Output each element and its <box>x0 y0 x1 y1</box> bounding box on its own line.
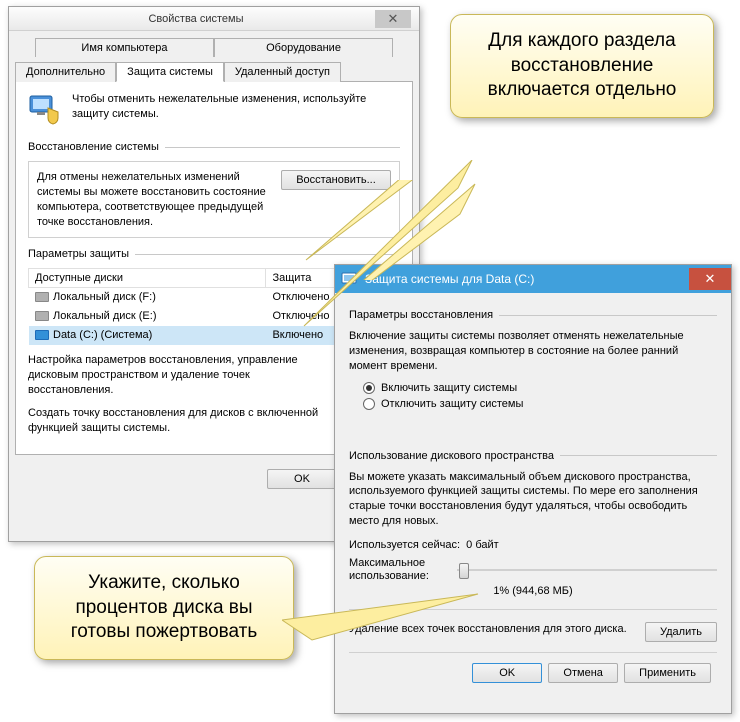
tabs-row1: Имя компьютера Оборудование <box>9 31 419 56</box>
tab-computer-name[interactable]: Имя компьютера <box>35 38 214 57</box>
section-usage-title: Использование дискового пространства <box>349 450 554 462</box>
callout-bottom-tail <box>282 590 482 650</box>
drive-icon <box>35 292 49 302</box>
cancel-button[interactable]: Отмена <box>548 663 618 683</box>
usage-desc: Вы можете указать максимальный объем дис… <box>349 470 717 529</box>
radio-disable-row[interactable]: Отключить защиту системы <box>363 398 717 410</box>
drive-icon <box>35 311 49 321</box>
drive-name: Локальный диск (F:) <box>53 291 156 303</box>
col-header-disk[interactable]: Доступные диски <box>29 269 266 288</box>
info-text: Чтобы отменить нежелательные изменения, … <box>72 92 400 129</box>
callout-text: Для каждого раздела восстановление включ… <box>488 30 677 100</box>
callout-text: Укажите, сколько процентов диска вы гото… <box>71 572 258 642</box>
radio-enable-row[interactable]: Включить защиту системы <box>363 382 717 394</box>
shield-monitor-icon <box>28 92 62 129</box>
titlebar[interactable]: Свойства системы ✕ <box>9 7 419 31</box>
tab-remote[interactable]: Удаленный доступ <box>224 62 341 82</box>
used-label: Используется сейчас: <box>349 539 460 551</box>
radio-enable-label: Включить защиту системы <box>381 382 517 394</box>
radio-disable-label: Отключить защиту системы <box>381 398 523 410</box>
drive-name: Data (C:) (Система) <box>53 329 152 341</box>
restore-desc: Включение защиты системы позволяет отмен… <box>349 329 717 374</box>
close-icon[interactable]: ✕ <box>689 268 731 290</box>
callout-top-tail <box>300 160 480 330</box>
tab-system-protection[interactable]: Защита системы <box>116 62 224 82</box>
drive-icon <box>35 330 49 340</box>
section-params-title: Параметры защиты <box>28 248 129 260</box>
apply-button[interactable]: Применить <box>624 663 711 683</box>
close-icon[interactable]: ✕ <box>375 10 411 28</box>
create-text: Создать точку восстановления для дисков … <box>28 406 341 436</box>
tab-hardware[interactable]: Оборудование <box>214 38 393 57</box>
max-label: Максимальное использование: <box>349 557 449 583</box>
max-usage-slider[interactable] <box>457 561 717 579</box>
delete-button[interactable]: Удалить <box>645 622 717 642</box>
tab-advanced[interactable]: Дополнительно <box>15 62 116 82</box>
ok-button[interactable]: OK <box>472 663 542 683</box>
section-restore-title: Восстановление системы <box>28 141 159 153</box>
used-value: 0 байт <box>466 539 499 551</box>
tabs-row2: Дополнительно Защита системы Удаленный д… <box>9 55 419 81</box>
callout-top: Для каждого раздела восстановление включ… <box>450 14 714 118</box>
window-title: Свойства системы <box>17 13 375 25</box>
ok-button[interactable]: OK <box>267 469 337 489</box>
callout-bottom: Укажите, сколько процентов диска вы гото… <box>34 556 294 660</box>
drive-name: Локальный диск (E:) <box>53 310 157 322</box>
radio-disable[interactable] <box>363 398 375 410</box>
configure-text: Настройка параметров восстановления, упр… <box>28 353 329 398</box>
restore-description: Для отмены нежелательных изменений систе… <box>37 170 271 229</box>
radio-enable[interactable] <box>363 382 375 394</box>
